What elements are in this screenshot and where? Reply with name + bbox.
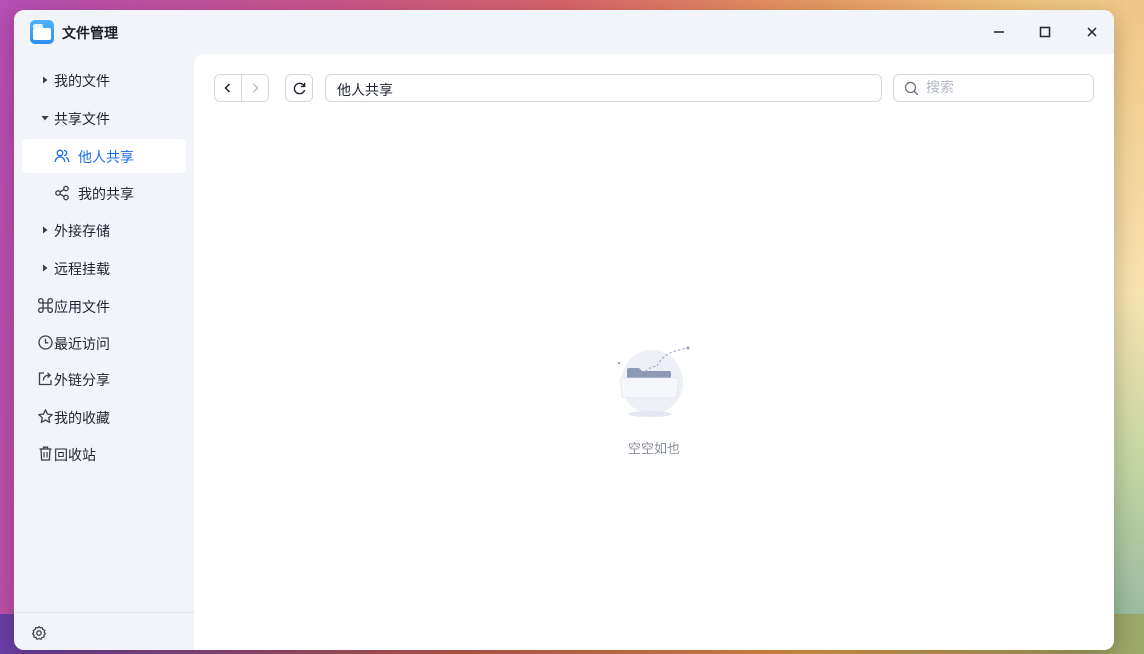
sidebar-item-my-shares[interactable]: 我的共享 (22, 176, 186, 210)
sidebar-item-shared-with-me[interactable]: 他人共享 (22, 139, 186, 173)
trash-icon (39, 446, 52, 461)
sidebar-item-label: 回收站 (54, 448, 96, 464)
maximize-button[interactable] (1035, 22, 1055, 42)
maximize-icon (1039, 26, 1051, 38)
minimize-icon (994, 31, 1004, 33)
sidebar-item-remote-mount[interactable]: 远程挂载 (22, 251, 186, 285)
sidebar-item-label: 我的共享 (78, 187, 134, 203)
sidebar: 我的文件 共享文件 他人共享 我的共享 外接存储 远程挂载 应用文件 最近访问 … (14, 54, 194, 650)
title-bar[interactable]: 文件管理 (14, 10, 1114, 54)
sidebar-item-label: 我的文件 (54, 74, 110, 90)
command-icon (37, 297, 54, 314)
path-bar[interactable]: 他人共享 (325, 74, 882, 102)
caret-right-icon (43, 76, 48, 84)
caret-right-icon (43, 264, 48, 272)
sidebar-item-label: 应用文件 (54, 300, 110, 316)
sidebar-item-shared-files[interactable]: 共享文件 (22, 101, 186, 135)
caret-right-icon (43, 226, 48, 234)
caret-down-icon (41, 116, 49, 121)
window-title: 文件管理 (62, 26, 118, 42)
clock-icon (38, 335, 53, 350)
close-icon (1087, 27, 1097, 37)
sidebar-item-trash[interactable]: 回收站 (22, 437, 186, 471)
sidebar-item-label: 外链分享 (54, 373, 110, 389)
chevron-left-icon (224, 83, 231, 93)
content-area: 他人共享 空空如也 (194, 54, 1114, 650)
sidebar-item-app-files[interactable]: 应用文件 (22, 289, 186, 323)
sidebar-item-label: 我的收藏 (54, 411, 110, 427)
forward-button[interactable] (242, 75, 268, 101)
sidebar-item-label: 最近访问 (54, 337, 110, 353)
settings-icon[interactable] (31, 625, 47, 641)
refresh-icon (293, 82, 306, 95)
sidebar-item-label: 远程挂载 (54, 262, 110, 278)
empty-folder-illustration (617, 346, 690, 417)
file-manager-window: 文件管理 我的文件 共享文件 他人共享 我的共享 外接存储 远程挂载 应用文件 … (14, 10, 1114, 650)
export-icon (38, 372, 52, 386)
sidebar-item-link-share[interactable]: 外链分享 (22, 362, 186, 396)
empty-state-text: 空空如也 (627, 442, 680, 457)
sidebar-item-label: 外接存储 (54, 224, 110, 240)
users-icon (54, 149, 70, 163)
back-button[interactable] (215, 75, 241, 101)
share-icon (55, 185, 69, 201)
refresh-button[interactable] (285, 74, 313, 102)
close-button[interactable] (1082, 22, 1102, 42)
sidebar-item-label: 共享文件 (54, 112, 110, 128)
sidebar-item-recent[interactable]: 最近访问 (22, 326, 186, 360)
search-box[interactable] (893, 74, 1094, 102)
minimize-button[interactable] (989, 22, 1009, 42)
sidebar-item-external-storage[interactable]: 外接存储 (22, 213, 186, 247)
history-nav-group (214, 74, 269, 102)
chevron-right-icon (252, 83, 259, 93)
search-input[interactable] (926, 79, 1086, 97)
search-icon (904, 81, 919, 96)
sidebar-item-label: 他人共享 (78, 150, 134, 166)
sidebar-item-my-files[interactable]: 我的文件 (22, 63, 186, 97)
file-manager-app-icon (30, 20, 54, 44)
sidebar-divider (14, 612, 194, 613)
sidebar-item-favorites[interactable]: 我的收藏 (22, 400, 186, 434)
star-icon (38, 409, 53, 424)
